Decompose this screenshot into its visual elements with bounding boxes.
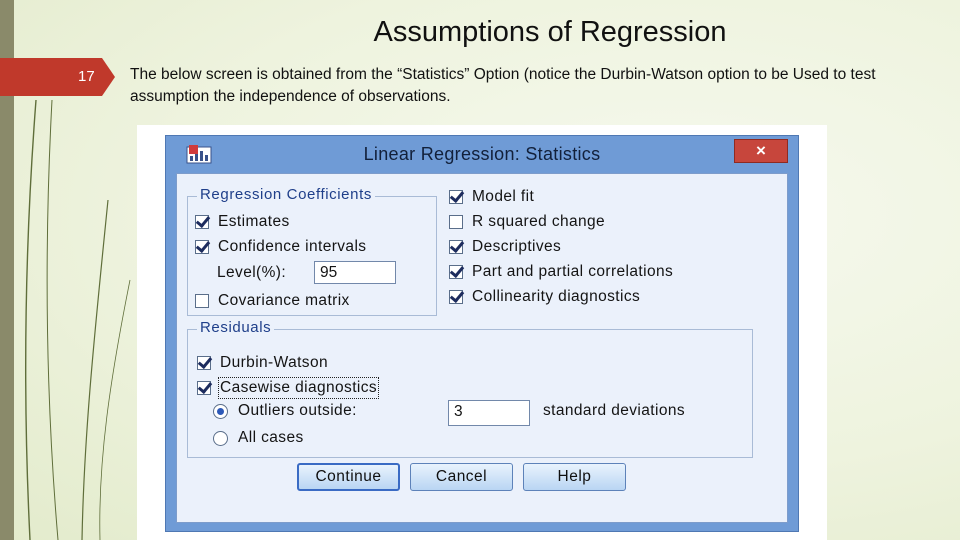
estimates-label: Estimates [218,213,290,230]
r-squared-change-label: R squared change [472,213,606,230]
model-fit-checkbox[interactable]: Model fit [449,187,534,207]
level-input[interactable]: 95 [314,261,396,284]
all-cases-label: All cases [238,429,304,446]
dialog-title: Linear Regression: Statistics [363,144,601,164]
descriptives-label: Descriptives [472,238,562,255]
part-partial-check-icon [449,265,463,279]
cancel-button[interactable]: Cancel [410,463,513,491]
model-fit-label: Model fit [472,188,535,205]
help-button[interactable]: Help [523,463,626,491]
slide-title: Assumptions of Regression [373,16,727,48]
covariance-matrix-check-icon [195,294,209,308]
collinearity-label: Collinearity diagnostics [472,288,641,305]
confidence-intervals-checkbox[interactable]: Confidence intervals [195,237,366,257]
estimates-checkbox[interactable]: Estimates [195,212,290,232]
standard-deviations-label: standard deviations [543,402,686,419]
close-button[interactable]: × [734,139,788,163]
durbin-watson-checkbox[interactable]: Durbin-Watson [197,353,328,373]
durbin-watson-label: Durbin-Watson [220,354,328,371]
dialog-client-area: Regression Coefficients Estimates Confid… [176,173,788,523]
collinearity-diagnostics-checkbox[interactable]: Collinearity diagnostics [449,287,640,307]
casewise-check-icon [197,381,211,395]
all-cases-radio-icon [213,430,228,446]
dialog-titlebar[interactable]: Linear Regression: Statistics × [166,136,798,172]
casewise-diagnostics-checkbox[interactable]: Casewise diagnostics [197,377,380,399]
linear-regression-statistics-dialog: Linear Regression: Statistics × Regressi… [165,135,799,532]
confidence-intervals-check-icon [195,240,209,254]
r-squared-change-check-icon [449,215,463,229]
covariance-matrix-label: Covariance matrix [218,292,350,309]
part-partial-label: Part and partial correlations [472,263,674,280]
outliers-radio-icon [213,403,228,419]
slide-number: 17 [0,58,115,96]
estimates-check-icon [195,215,209,229]
all-cases-radio[interactable]: All cases [213,428,304,448]
durbin-watson-check-icon [197,356,211,370]
outliers-outside-label: Outliers outside: [238,402,357,419]
collinearity-check-icon [449,290,463,304]
confidence-intervals-label: Confidence intervals [218,238,367,255]
part-partial-correlations-checkbox[interactable]: Part and partial correlations [449,262,673,282]
close-icon: × [756,141,766,160]
outliers-outside-radio[interactable]: Outliers outside: [213,401,357,421]
r-squared-change-checkbox[interactable]: R squared change [449,212,605,232]
casewise-label: Casewise diagnostics [217,377,380,399]
level-label: Level(%): [217,264,287,281]
covariance-matrix-checkbox[interactable]: Covariance matrix [195,291,350,311]
outliers-value-input[interactable]: 3 [448,400,530,426]
regression-coefficients-title: Regression Coefficients [197,186,375,203]
descriptives-check-icon [449,240,463,254]
model-fit-check-icon [449,190,463,204]
descriptives-checkbox[interactable]: Descriptives [449,237,561,257]
slide-body-text: The below screen is obtained from the “S… [130,66,876,105]
continue-button[interactable]: Continue [297,463,400,491]
screenshot-frame: Linear Regression: Statistics × Regressi… [137,125,827,540]
residuals-title: Residuals [197,319,275,336]
